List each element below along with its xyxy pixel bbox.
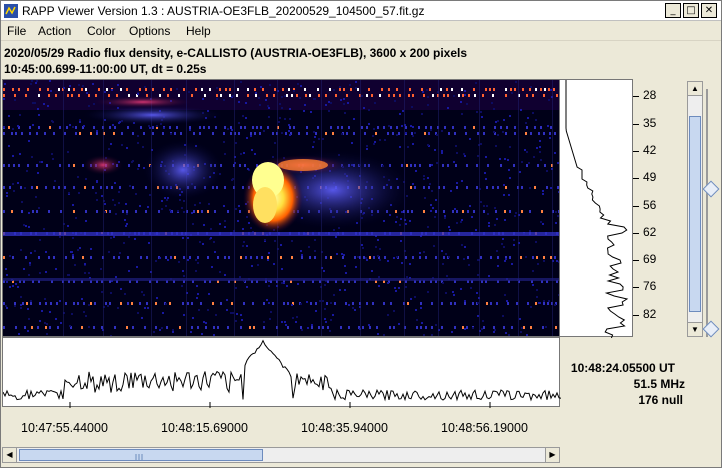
observation-info: 2020/05/29 Radio flux density, e-CALLIST…	[4, 46, 468, 60]
cursor-time-readout: 10:48:24.05500 UT	[570, 361, 675, 375]
arrow-right-icon[interactable]: ▶	[545, 448, 559, 462]
time-label-4: 10:48:56.19000	[441, 421, 528, 435]
cursor-frequency-readout: 51.5 MHz	[633, 377, 685, 391]
maximize-button[interactable]: □	[683, 3, 699, 18]
menu-help[interactable]: Help	[186, 24, 211, 38]
freq-tick-69: 69	[643, 252, 657, 266]
freq-tick-42: 42	[643, 143, 657, 157]
grip-icon	[135, 454, 143, 460]
cursor-value-readout: 176 null	[638, 393, 683, 407]
freq-tick-28: 28	[643, 88, 657, 102]
rapp-app-icon	[4, 4, 18, 18]
menu-options[interactable]: Options	[129, 24, 170, 38]
time-profile-line	[2, 339, 562, 408]
menu-color[interactable]: Color	[87, 24, 116, 38]
frequency-scrollbar[interactable]: ▲ ▼	[687, 81, 703, 337]
menu-action[interactable]: Action	[38, 24, 71, 38]
spectrogram[interactable]	[2, 79, 560, 337]
freq-tick-56: 56	[643, 198, 657, 212]
freq-tick-62: 62	[643, 225, 657, 239]
time-scrollbar[interactable]: ◀ ▶	[2, 447, 560, 463]
menu-bar: File Action Color Options Help	[1, 21, 721, 41]
time-label-2: 10:48:15.69000	[161, 421, 248, 435]
arrow-left-icon[interactable]: ◀	[3, 448, 17, 462]
spectrogram-image	[3, 80, 559, 336]
freq-tick-82: 82	[643, 307, 657, 321]
frequency-profile-plot	[560, 79, 633, 339]
arrow-down-icon[interactable]: ▼	[688, 322, 702, 336]
freq-tick-76: 76	[643, 279, 657, 293]
frequency-scroll-thumb[interactable]	[689, 116, 701, 312]
frequency-profile-line	[565, 80, 629, 339]
freq-tick-49: 49	[643, 170, 657, 184]
time-label-3: 10:48:35.94000	[301, 421, 388, 435]
app-window: RAPP Viewer Version 1.3 : AUSTRIA-OE3FLB…	[0, 0, 722, 468]
time-scroll-thumb[interactable]	[19, 449, 263, 461]
menu-file[interactable]: File	[7, 24, 26, 38]
freq-tick-35: 35	[643, 116, 657, 130]
close-button[interactable]: ✕	[701, 3, 717, 18]
time-range-info: 10:45:00.699-11:00:00 UT, dt = 0.25s	[4, 62, 207, 76]
minimize-button[interactable]: _	[665, 3, 681, 18]
arrow-up-icon[interactable]: ▲	[688, 82, 702, 96]
time-label-1: 10:47:55.44000	[21, 421, 108, 435]
frequency-axis: 28 35 42 49 56 62 69 76 82	[633, 79, 683, 337]
title-bar[interactable]: RAPP Viewer Version 1.3 : AUSTRIA-OE3FLB…	[1, 1, 721, 21]
window-title: RAPP Viewer Version 1.3 : AUSTRIA-OE3FLB…	[22, 4, 425, 18]
contrast-slider-track[interactable]	[706, 89, 708, 337]
time-profile-plot	[2, 337, 562, 408]
